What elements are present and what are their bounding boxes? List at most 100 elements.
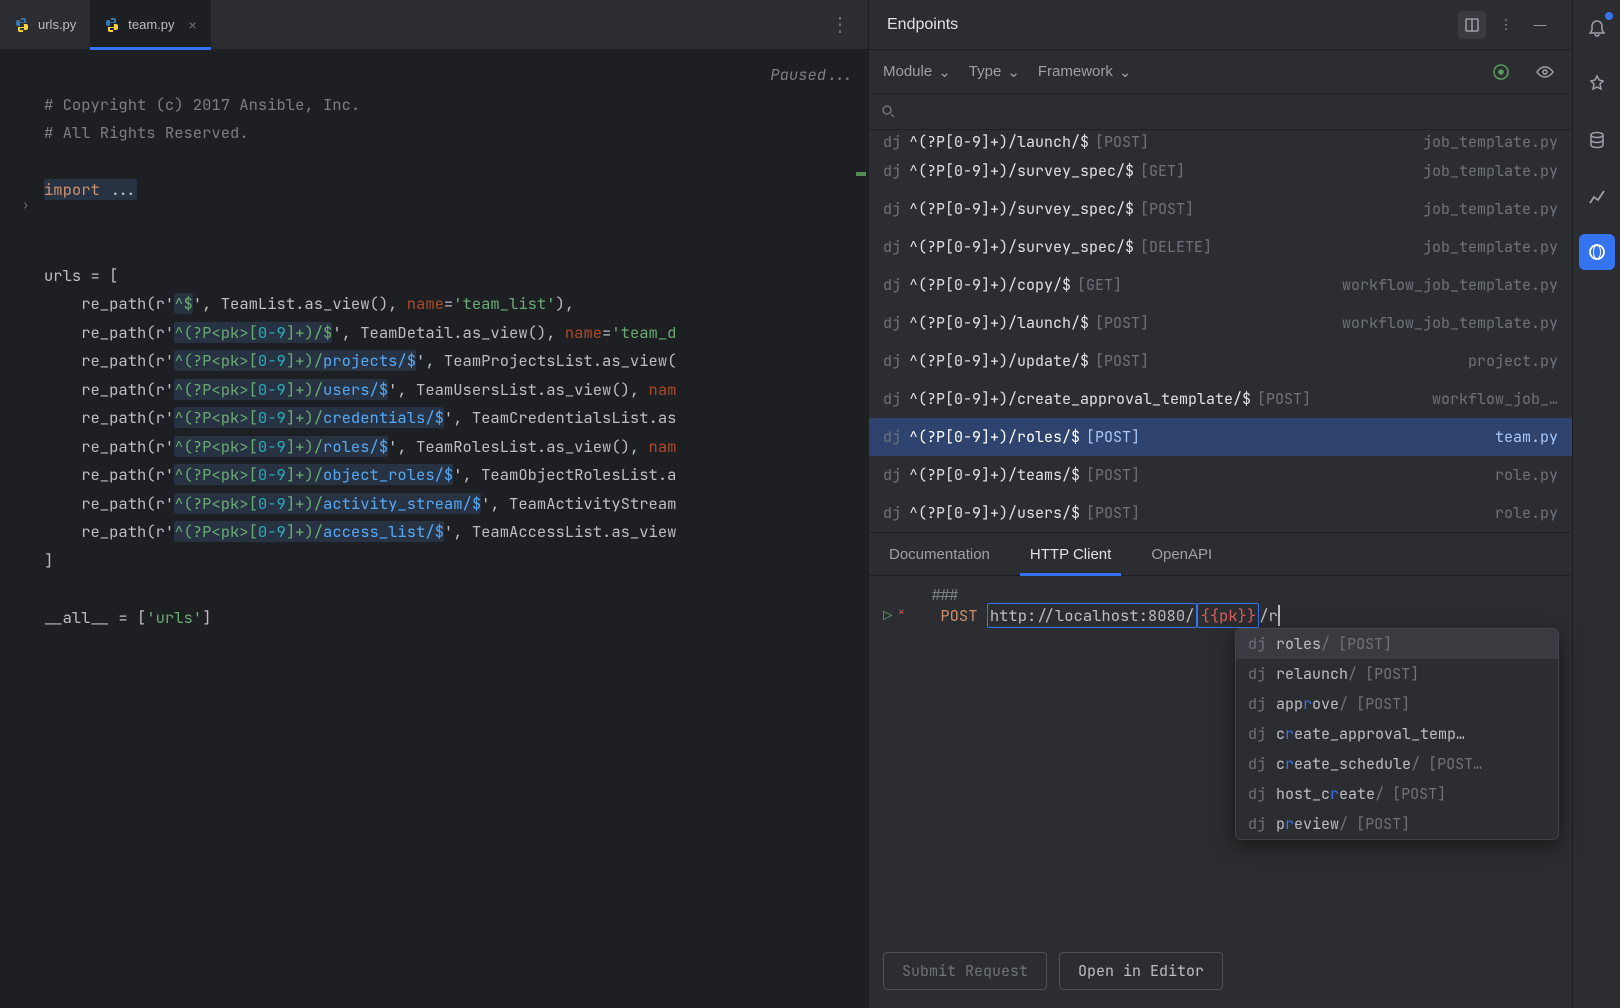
- endpoint-method: [POST]: [1095, 313, 1149, 333]
- endpoint-path: ^(?P[0-9]+)/roles/$: [909, 427, 1080, 447]
- endpoint-file: workflow_job_…: [1432, 389, 1558, 409]
- endpoint-path: ^(?P[0-9]+)/survey_spec/$: [909, 237, 1134, 257]
- right-toolbar: [1572, 0, 1620, 1008]
- endpoint-file: team.py: [1495, 427, 1558, 447]
- completion-item[interactable]: djcreate_approval_temp…: [1236, 719, 1558, 749]
- endpoint-row[interactable]: dj^(?P[0-9]+)/survey_spec/$[GET]job_temp…: [869, 152, 1572, 190]
- framework-badge: dj: [883, 351, 901, 371]
- kebab-icon[interactable]: ⋮: [1492, 11, 1520, 39]
- endpoint-row[interactable]: dj ^(?P[0-9]+)/roles/$ [POST] team.py: [869, 418, 1572, 456]
- endpoint-path: ^(?P[0-9]+)/launch/$: [909, 132, 1089, 152]
- endpoint-path: ^(?P[0-9]+)/copy/$: [909, 275, 1071, 295]
- tab-label: team.py: [128, 17, 174, 32]
- endpoint-row[interactable]: dj^(?P[0-9]+)/copy/$[GET]workflow_job_te…: [869, 266, 1572, 304]
- framework-badge: dj: [883, 132, 901, 152]
- run-icon[interactable]: ▷: [883, 605, 892, 626]
- http-url-param[interactable]: {{pk}}: [1197, 603, 1259, 628]
- endpoint-method: [POST]: [1086, 427, 1140, 447]
- endpoint-path: ^(?P[0-9]+)/create_approval_template/$: [909, 389, 1251, 409]
- services-icon[interactable]: [1488, 63, 1514, 81]
- framework-badge: dj: [883, 427, 901, 447]
- completion-item[interactable]: djcreate_schedule/[POST…: [1236, 749, 1558, 779]
- http-url-host[interactable]: http://localhost:8080/: [987, 603, 1198, 628]
- endpoint-row[interactable]: dj^(?P[0-9]+)/launch/$[POST]workflow_job…: [869, 304, 1572, 342]
- notification-dot: [1605, 12, 1613, 20]
- http-client-area[interactable]: ### ▷✕ POST http://localhost:8080/{{pk}}…: [869, 576, 1572, 1008]
- endpoint-row[interactable]: dj^(?P[0-9]+)/update/$[POST]project.py: [869, 342, 1572, 380]
- completion-item[interactable]: djhost_create/[POST]: [1236, 779, 1558, 809]
- code-content: # Copyright (c) 2017 Ansible, Inc. # All…: [44, 50, 676, 1008]
- completion-item[interactable]: djroles/[POST]: [1236, 629, 1558, 659]
- framework-badge: dj: [883, 389, 901, 409]
- endpoint-method: [GET]: [1077, 275, 1122, 295]
- file-tab-team[interactable]: team.py ×: [90, 0, 210, 50]
- submit-request-button[interactable]: Submit Request: [883, 952, 1047, 990]
- endpoint-path: ^(?P[0-9]+)/launch/$: [909, 313, 1089, 333]
- endpoint-path: ^(?P[0-9]+)/teams/$: [909, 465, 1080, 485]
- endpoint-row[interactable]: dj ^(?P[0-9]+)/create_approval_template/$…: [869, 380, 1572, 418]
- layout-icon[interactable]: [1458, 11, 1486, 39]
- endpoint-method: [POST]: [1257, 389, 1311, 409]
- file-tab-urls[interactable]: urls.py: [0, 0, 90, 50]
- filter-framework[interactable]: Framework⌄: [1038, 63, 1132, 81]
- editor-tabs: urls.py team.py × ⋮: [0, 0, 868, 50]
- minimize-icon[interactable]: —: [1526, 11, 1554, 39]
- search-input[interactable]: [904, 104, 1560, 120]
- framework-badge: dj: [883, 465, 901, 485]
- panel-title: Endpoints: [887, 16, 1452, 34]
- fold-arrow-icon[interactable]: ›: [22, 197, 29, 213]
- endpoint-file: project.py: [1468, 351, 1558, 371]
- framework-badge: dj: [883, 199, 901, 219]
- endpoint-file: workflow_job_template.py: [1342, 275, 1558, 295]
- endpoint-path: ^(?P[0-9]+)/update/$: [909, 351, 1089, 371]
- endpoint-method: [GET]: [1140, 161, 1185, 181]
- tab-label: urls.py: [38, 17, 76, 32]
- ai-icon[interactable]: [1579, 66, 1615, 102]
- detail-tab[interactable]: Documentation: [869, 533, 1010, 575]
- framework-badge: dj: [883, 237, 901, 257]
- python-icon: [14, 17, 30, 33]
- search-icon: [881, 104, 896, 119]
- completion-item[interactable]: djpreview/[POST]: [1236, 809, 1558, 839]
- http-url-tail: /r: [1259, 605, 1278, 626]
- notifications-icon[interactable]: [1579, 10, 1615, 46]
- detail-tabs: DocumentationHTTP ClientOpenAPI: [869, 532, 1572, 576]
- filter-module[interactable]: Module⌄: [883, 63, 951, 81]
- endpoints-icon[interactable]: [1579, 234, 1615, 270]
- database-icon[interactable]: [1579, 122, 1615, 158]
- endpoint-method: [POST]: [1086, 465, 1140, 485]
- detail-tab[interactable]: HTTP Client: [1010, 533, 1131, 575]
- tab-overflow-menu[interactable]: ⋮: [812, 12, 868, 37]
- endpoint-method: [POST]: [1140, 199, 1194, 219]
- python-icon: [104, 17, 120, 33]
- endpoint-file: job_template.py: [1423, 237, 1558, 257]
- request-separator: ###: [931, 584, 959, 605]
- open-in-editor-button[interactable]: Open in Editor: [1059, 952, 1223, 990]
- endpoint-row[interactable]: dj^(?P[0-9]+)/survey_spec/$[DELETE]job_t…: [869, 228, 1572, 266]
- filter-type[interactable]: Type⌄: [969, 63, 1020, 81]
- completion-item[interactable]: djapprove/[POST]: [1236, 689, 1558, 719]
- chart-icon[interactable]: [1579, 178, 1615, 214]
- completion-popup[interactable]: djroles/[POST]djrelaunch/[POST]djapprove…: [1235, 628, 1559, 840]
- eye-icon[interactable]: [1532, 62, 1558, 82]
- detail-tab[interactable]: OpenAPI: [1131, 533, 1232, 575]
- endpoints-panel: Endpoints ⋮ — Module⌄ Type⌄ Framework⌄ d…: [868, 0, 1572, 1008]
- endpoint-file: role.py: [1495, 503, 1558, 523]
- endpoint-file: job_template.py: [1423, 199, 1558, 219]
- endpoint-path: ^(?P[0-9]+)/survey_spec/$: [909, 161, 1134, 181]
- endpoint-row[interactable]: dj^(?P[0-9]+)/survey_spec/$[POST]job_tem…: [869, 190, 1572, 228]
- endpoint-method: [POST]: [1095, 132, 1149, 152]
- endpoints-list: dj ^(?P[0-9]+)/launch/$ [POST] job_template…: [869, 130, 1572, 532]
- framework-badge: dj: [883, 161, 901, 181]
- endpoint-row[interactable]: dj^(?P[0-9]+)/users/$[POST]role.py: [869, 494, 1572, 532]
- endpoint-row[interactable]: dj^(?P[0-9]+)/launch/$[POST]job_template…: [869, 130, 1572, 152]
- completion-item[interactable]: djrelaunch/[POST]: [1236, 659, 1558, 689]
- framework-badge: dj: [883, 503, 901, 523]
- debugger-status: Paused...: [770, 64, 854, 85]
- close-icon[interactable]: ×: [183, 17, 197, 33]
- endpoint-file: workflow_job_template.py: [1342, 313, 1558, 333]
- change-marker: [856, 172, 866, 176]
- endpoint-row[interactable]: dj ^(?P[0-9]+)/teams/$ [POST] role.py: [869, 456, 1572, 494]
- code-editor[interactable]: › # Copyright (c) 2017 Ansible, Inc. # A…: [0, 50, 868, 1008]
- endpoint-file: role.py: [1495, 465, 1558, 485]
